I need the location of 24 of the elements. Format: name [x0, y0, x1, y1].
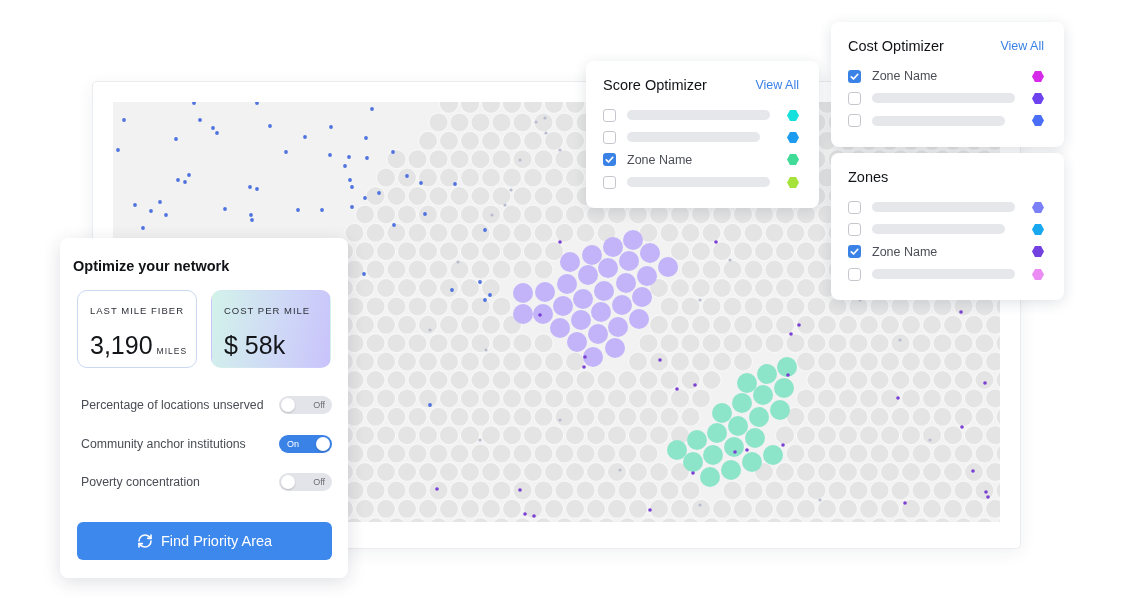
toggle-label: Poverty concentration [81, 475, 200, 490]
panel-title: Score Optimizer [603, 77, 707, 93]
metric-unit: MILES [156, 346, 188, 356]
find-priority-area-button[interactable]: Find Priority Area [77, 522, 332, 560]
checkbox[interactable] [848, 69, 861, 83]
metric-label: LAST MILE FIBER [90, 305, 185, 317]
toggle-switch[interactable]: On [279, 434, 332, 453]
panel-title: Cost Optimizer [848, 38, 944, 54]
zone-label: Zone Name [872, 69, 938, 84]
refresh-icon [136, 533, 153, 549]
checkbox[interactable] [848, 91, 861, 105]
metric-label: COST PER MILE [224, 305, 312, 317]
view-all-link[interactable]: View All [1000, 39, 1044, 53]
metric-value: 3,190 [90, 331, 153, 359]
metric-value: $ 58k [224, 331, 286, 359]
panel-title: Optimize your network [73, 257, 231, 276]
zone-label: Zone Name [627, 152, 693, 167]
toggle-label: Percentage of locations unserved [81, 398, 264, 413]
toggle-switch[interactable]: Off [279, 396, 332, 415]
toggle-label: Community anchor institutions [81, 436, 246, 451]
toggle-switch[interactable]: Off [279, 473, 332, 492]
zone-label: Zone Name [872, 244, 938, 259]
panel-title: Zones [848, 169, 889, 185]
view-all-link[interactable]: View All [755, 78, 799, 92]
